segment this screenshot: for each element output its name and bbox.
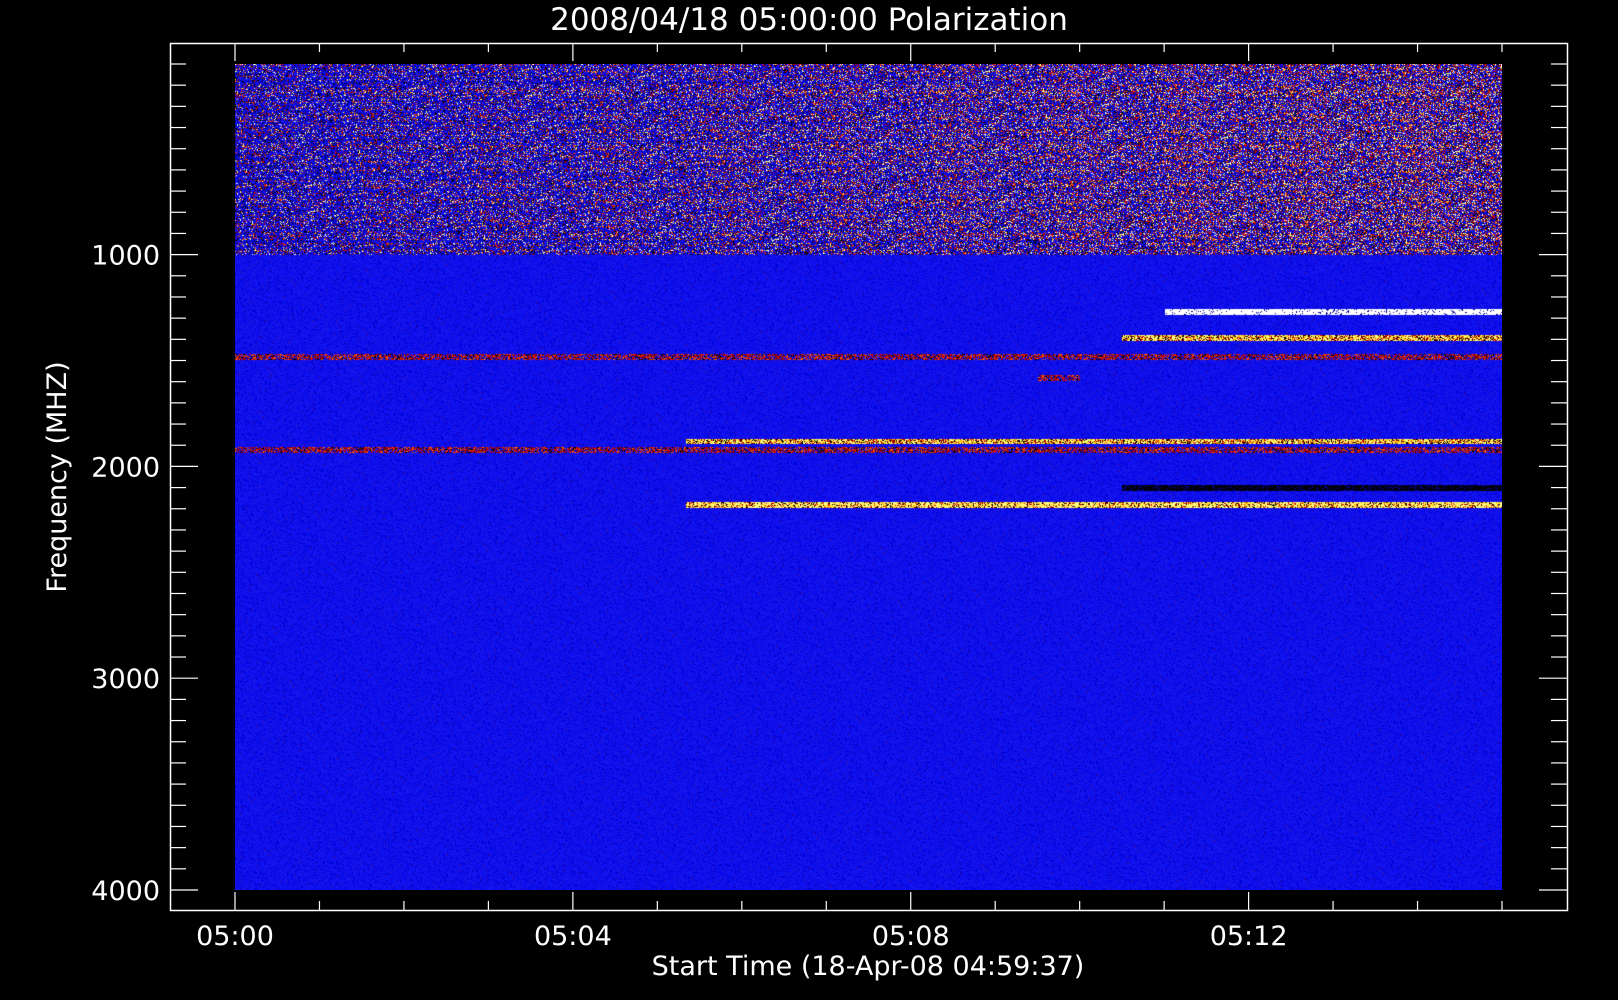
y-tick-label: 4000: [91, 876, 160, 907]
y-tick-label: 3000: [91, 664, 160, 695]
x-axis-label: Start Time (18-Apr-08 04:59:37): [652, 951, 1085, 982]
spectrogram-heatmap: [235, 64, 1502, 890]
x-tick-label: 05:04: [534, 921, 612, 952]
y-tick-label: 2000: [91, 452, 160, 483]
spectrogram-chart: 2008/04/18 05:00:00 Polarization 05:00 05…: [0, 0, 1618, 1000]
x-tick-label: 05:12: [1210, 921, 1288, 952]
x-tick-label: 05:00: [196, 921, 274, 952]
y-axis-label: Frequency (MHZ): [42, 361, 73, 592]
x-tick-label: 05:08: [872, 921, 950, 952]
chart-title: 2008/04/18 05:00:00 Polarization: [550, 2, 1068, 38]
y-tick-label: 1000: [91, 241, 160, 272]
